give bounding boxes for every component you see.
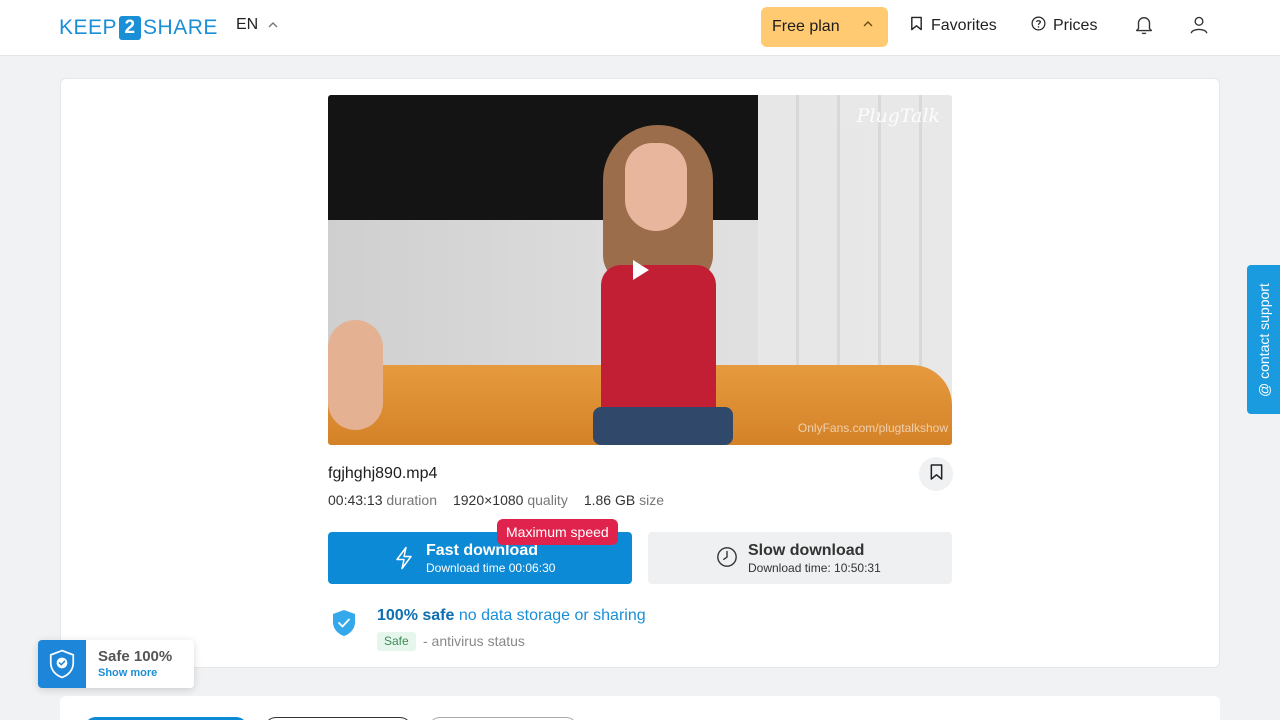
safe-toast[interactable]: Safe 100% Show more <box>38 640 194 688</box>
account-button[interactable] <box>1187 14 1211 40</box>
file-meta: 00:43:13 duration 1920×1080 quality 1.86… <box>328 492 664 508</box>
video-arm <box>328 320 383 430</box>
plan-label: Free plan <box>772 18 840 35</box>
chevron-up-icon <box>268 20 278 31</box>
prices-link[interactable]: Prices <box>1031 16 1097 36</box>
add-to-favorites-button[interactable] <box>919 457 953 491</box>
shield-check-icon <box>38 640 86 688</box>
safety-bold: 100% safe <box>377 607 455 624</box>
play-icon[interactable] <box>633 260 649 280</box>
file-quality: 1920×1080 quality <box>452 492 568 508</box>
logo-text-share: SHARE <box>143 16 218 39</box>
safety-statement: 100% safe no data storage or sharing <box>377 607 646 625</box>
bookmark-icon <box>909 16 924 36</box>
free-plan-button[interactable]: Free plan <box>761 7 888 47</box>
bookmark-icon <box>929 463 944 486</box>
language-selector[interactable]: EN <box>236 16 278 34</box>
shield-check-icon <box>332 609 356 642</box>
clock-icon <box>716 546 738 573</box>
slow-download-time: Download time: 10:50:31 <box>748 561 881 575</box>
show-more-link[interactable]: Show more <box>98 667 157 679</box>
video-watermark: PlugTalk <box>856 105 940 127</box>
video-preview[interactable]: PlugTalk OnlyFans.com/plugtalkshow <box>328 95 952 445</box>
fast-download-time: Download time 00:06:30 <box>426 561 556 575</box>
bell-icon <box>1133 13 1155 42</box>
slow-download-title: Slow download <box>748 542 865 559</box>
video-person <box>583 125 733 445</box>
prices-label: Prices <box>1053 17 1098 34</box>
lightning-icon <box>394 546 414 575</box>
file-size: 1.86 GB size <box>583 492 664 508</box>
antivirus-status-label: - antivirus status <box>423 633 525 649</box>
notifications-button[interactable] <box>1132 14 1156 40</box>
logo-text-keep: KEEP <box>59 16 118 39</box>
question-circle-icon <box>1031 16 1046 36</box>
video-watermark-url: OnlyFans.com/plugtalkshow <box>797 421 948 435</box>
safety-rest: no data storage or sharing <box>454 607 646 624</box>
logo-text-2: 2 <box>119 16 142 40</box>
toast-title: Safe 100% <box>98 648 173 665</box>
keep2share-logo[interactable]: KEEP 2 SHARE <box>59 15 218 41</box>
file-duration: 00:43:13 duration <box>328 492 437 508</box>
language-label: EN <box>236 16 259 33</box>
slow-download-button[interactable]: Slow download Download time: 10:50:31 <box>648 532 952 584</box>
chevron-up-icon <box>863 19 873 30</box>
antivirus-status-badge: Safe <box>377 632 416 651</box>
maximum-speed-badge: Maximum speed <box>497 519 618 545</box>
favorites-label: Favorites <box>931 17 997 34</box>
contact-support-tab[interactable]: @ contact support <box>1247 265 1280 414</box>
contact-support-label: @ contact support <box>1256 283 1272 397</box>
file-name: fgjhghj890.mp4 <box>328 465 438 482</box>
user-icon <box>1188 13 1210 42</box>
favorites-link[interactable]: Favorites <box>909 16 997 36</box>
top-header: KEEP 2 SHARE EN Free plan Favorites Prices <box>0 0 1280 56</box>
